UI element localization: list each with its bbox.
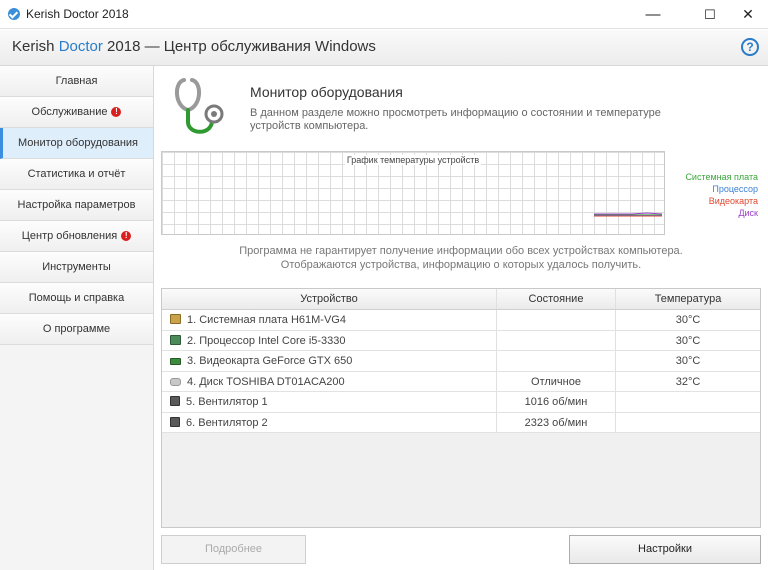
device-state — [497, 351, 616, 371]
sidebar-item-tools[interactable]: Инструменты — [0, 252, 153, 283]
column-header-temperature[interactable]: Температура — [616, 289, 760, 309]
series-line-disk — [594, 212, 663, 215]
device-temperature: 30°C — [675, 355, 701, 367]
sidebar-item-label: Центр обновления — [21, 230, 118, 242]
table-row[interactable]: 5. Вентилятор 1 1016 об/мин — [162, 392, 760, 413]
sidebar-item-label: Настройка параметров — [17, 199, 136, 211]
minimize-button[interactable]: — — [630, 0, 676, 29]
graph-lines — [594, 212, 663, 217]
brand-doctor: Doctor — [58, 38, 103, 55]
sidebar-item-label: Главная — [55, 75, 98, 87]
fan-icon — [170, 396, 180, 406]
close-button[interactable]: ✕ — [725, 0, 768, 29]
device-name: 4. Диск TOSHIBA DT01ACA200 — [187, 375, 345, 388]
sidebar-item-label: Инструменты — [42, 261, 111, 273]
page-description: В данном разделе можно просмотреть инфор… — [250, 107, 661, 132]
device-state — [497, 310, 616, 330]
device-name: 2. Процессор Intel Core i5-3330 — [187, 334, 346, 347]
info-note: Программа не гарантирует получение инфор… — [161, 244, 761, 272]
alert-icon: ! — [121, 231, 132, 242]
table-row[interactable]: 3. Видеокарта GeForce GTX 650 30°C — [162, 351, 760, 372]
legend-item-disk: Диск — [738, 208, 758, 218]
help-icon[interactable]: ? — [741, 38, 759, 56]
device-temperature — [616, 392, 760, 412]
app-header: Kerish Doctor 2018 — Центр обслуживания … — [0, 30, 768, 66]
title-bar: Kerish Doctor 2018 — ☐ ✕ — [0, 0, 768, 29]
device-state: 1016 об/мин — [497, 392, 616, 412]
window-title: Kerish Doctor 2018 — [26, 7, 129, 21]
legend-item-cpu: Процессор — [712, 184, 758, 194]
fan-icon — [170, 416, 180, 427]
device-temperature: 30°C — [675, 334, 701, 347]
sidebar-item-update-center[interactable]: Центр обновления! — [0, 221, 153, 252]
legend-item-gpu: Видеокарта — [708, 196, 758, 206]
sidebar-item-help[interactable]: Помощь и справка — [0, 283, 153, 314]
sidebar-item-statistics[interactable]: Статистика и отчёт — [0, 159, 153, 190]
table-row[interactable]: 6. Вентилятор 2 2323 об/мин — [162, 412, 760, 433]
device-name: 3. Видеокарта GeForce GTX 650 — [187, 355, 353, 367]
settings-button[interactable]: Настройки — [569, 535, 761, 564]
device-name: 1. Системная плата H61M-VG4 — [187, 314, 346, 326]
sidebar-item-home[interactable]: Главная — [0, 66, 153, 97]
sidebar-item-label: Помощь и справка — [28, 292, 125, 304]
sidebar-item-label: Обслуживание — [31, 106, 108, 118]
sidebar: Главная Обслуживание! Монитор оборудован… — [0, 66, 154, 570]
cpu-icon — [170, 334, 181, 345]
sidebar-item-maintenance[interactable]: Обслуживание! — [0, 97, 153, 128]
note-line: Отображаются устройства, информацию о ко… — [280, 259, 642, 271]
sidebar-item-label: О программе — [42, 323, 111, 335]
table-header: Устройство Состояние Температура — [162, 289, 760, 310]
device-name: 5. Вентилятор 1 — [186, 396, 268, 408]
note-line: Программа не гарантирует получение инфор… — [239, 245, 683, 257]
table-row[interactable]: 1. Системная плата H61M-VG4 30°C — [162, 310, 760, 331]
sidebar-item-hardware-monitor[interactable]: Монитор оборудования — [0, 128, 153, 159]
graph-legend: Системная плата Процессор Видеокарта Дис… — [670, 171, 758, 219]
sidebar-item-label: Статистика и отчёт — [27, 168, 126, 180]
device-name: 6. Вентилятор 2 — [186, 416, 268, 429]
brand-subtitle: 2018 — Центр обслуживания Windows — [102, 38, 376, 55]
device-temperature: 32°C — [675, 375, 701, 388]
legend-item-motherboard: Системная плата — [685, 172, 758, 182]
motherboard-icon — [170, 314, 181, 324]
device-state — [497, 330, 616, 350]
device-state: Отличное — [497, 371, 616, 391]
sidebar-item-label: Монитор оборудования — [17, 137, 139, 149]
temperature-graph: График температуры устройств — [161, 151, 665, 235]
table-row[interactable]: 4. Диск TOSHIBA DT01ACA200 Отличное 32°C — [162, 371, 760, 392]
details-button[interactable]: Подробнее — [161, 535, 306, 564]
device-state: 2323 об/мин — [497, 412, 616, 432]
device-temperature: 30°C — [675, 314, 701, 326]
stethoscope-icon — [175, 78, 224, 134]
page-title: Монитор оборудования — [250, 84, 403, 100]
devices-table[interactable]: Устройство Состояние Температура 1. Сист… — [161, 288, 761, 528]
app-logo-icon — [8, 8, 20, 20]
app-title: Kerish Doctor 2018 — Центр обслуживания … — [12, 38, 376, 55]
column-header-state[interactable]: Состояние — [497, 289, 616, 309]
gpu-icon — [170, 358, 181, 365]
table-row[interactable]: 2. Процессор Intel Core i5-3330 30°C — [162, 330, 760, 351]
brand-kerish: Kerish — [12, 38, 59, 55]
alert-icon: ! — [111, 107, 122, 118]
sidebar-item-about[interactable]: О программе — [0, 314, 153, 345]
disk-icon — [170, 377, 181, 386]
column-header-device[interactable]: Устройство — [162, 289, 497, 309]
sidebar-item-settings[interactable]: Настройка параметров — [0, 190, 153, 221]
device-temperature — [616, 413, 760, 433]
